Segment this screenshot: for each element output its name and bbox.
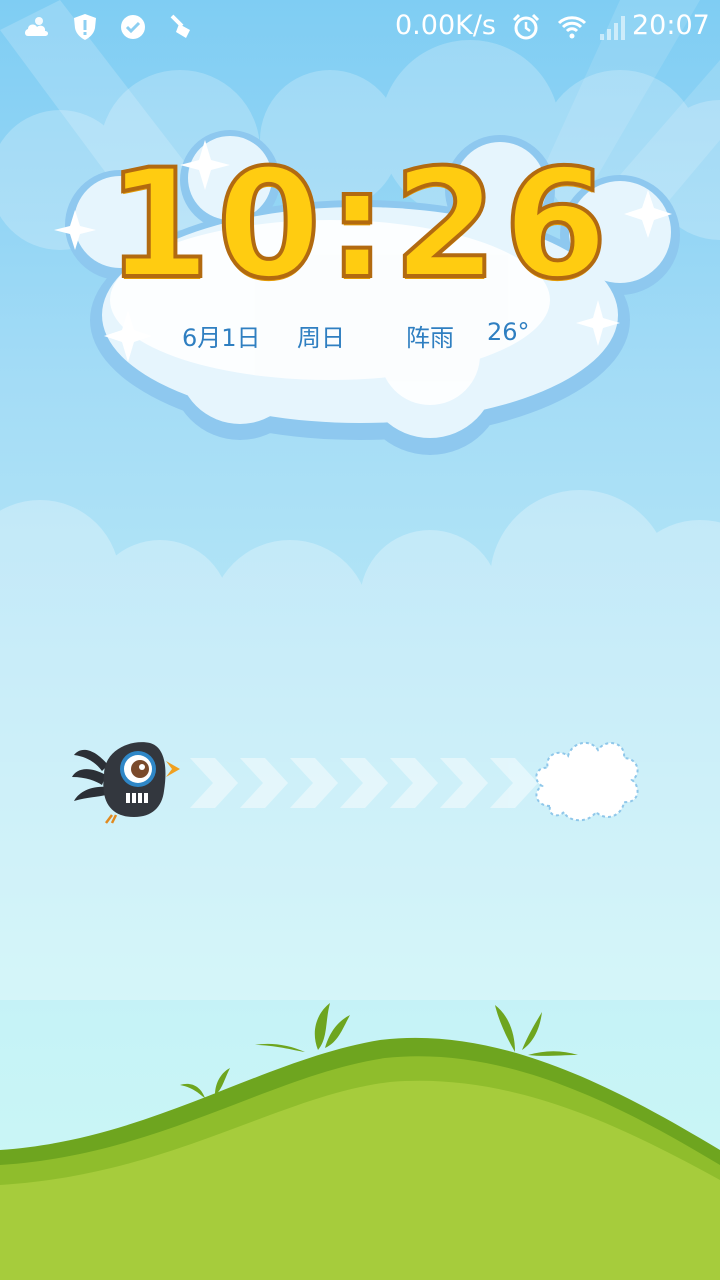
lockscreen-weekday: 周日 [297, 324, 345, 352]
lockscreen-temperature: 26° [487, 318, 530, 346]
status-bar: 0.00K/s 20:07 [0, 0, 720, 52]
lockscreen-weather: 阵雨 [406, 324, 454, 352]
grass-hill [0, 1003, 720, 1280]
cloud-target-icon[interactable] [528, 732, 646, 828]
status-time: 20:07 [632, 10, 710, 41]
network-speed: 0.00K/s [395, 10, 496, 41]
weather-cloud-icon [25, 17, 48, 36]
broom-icon [170, 14, 190, 38]
wifi-icon [557, 16, 587, 39]
lockscreen-date: 6月1日 [182, 324, 261, 352]
lockscreen-clock: 10:26 [104, 138, 614, 312]
shield-alert-icon [74, 14, 96, 40]
check-circle-icon [121, 15, 145, 39]
signal-icon [600, 16, 625, 40]
black-bird-icon[interactable] [68, 735, 184, 827]
alarm-clock-icon [512, 13, 540, 40]
